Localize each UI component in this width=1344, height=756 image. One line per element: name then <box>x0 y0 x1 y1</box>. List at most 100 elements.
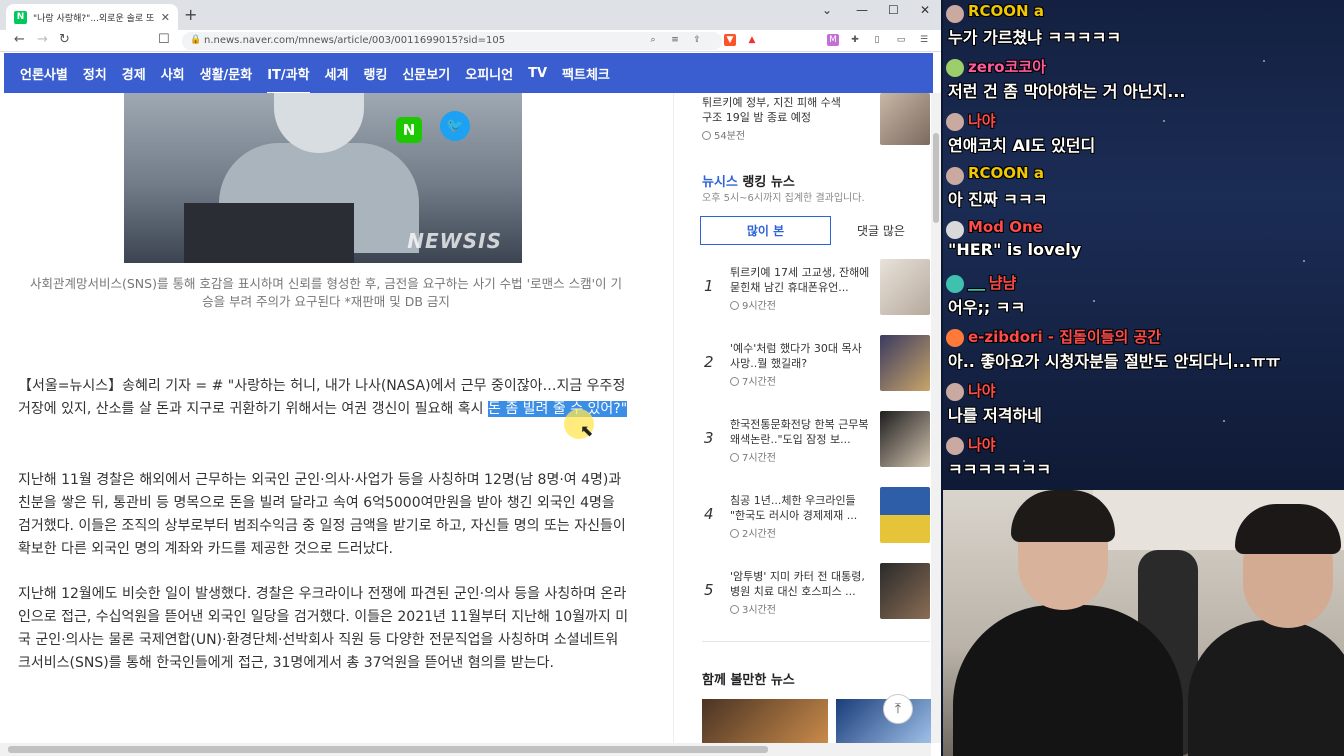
chat-nickname: 나야 <box>968 112 996 130</box>
sidebar-top-item[interactable]: 튀르키예 정부, 지진 피해 수색구조 19일 밤 종료 예정 54분전 <box>674 93 931 149</box>
back-icon[interactable]: ← <box>14 32 25 47</box>
chat-nickname: 나야 <box>968 382 996 400</box>
chat-nickname: Mod One <box>968 218 1043 236</box>
ranking-thumbnail[interactable] <box>880 563 930 619</box>
stream-chat-overlay: RCOON a 누가 가르쳤냐 ㅋㅋㅋㅋㅋ zero코코아 저런 건 좀 막아야… <box>943 0 1344 490</box>
vertical-scrollbar[interactable] <box>931 93 941 743</box>
article-paragraph-3: 지난해 12월에도 비슷한 일이 발생했다. 경찰은 우크라이나 전쟁에 파견된… <box>18 586 629 671</box>
browser-window: N "나랑 사랑해?"...외로운 솔로 또 " ✕ + ⌄ — ☐ ✕ ← →… <box>0 0 941 756</box>
chat-nickname: ▁▁ 냠냠 <box>968 274 1017 292</box>
lock-icon: 🔒 <box>190 35 202 45</box>
chat-text: 나를 저격하네 <box>948 406 1042 425</box>
brave-shield-icon[interactable]: ▼ <box>724 34 736 46</box>
avatar <box>946 383 964 401</box>
avatar <box>946 167 964 185</box>
badge-icon: ▁▁ <box>968 278 989 291</box>
avatar <box>946 5 964 23</box>
tab-most-viewed[interactable]: 많이 본 <box>700 216 831 245</box>
chat-text: ㅋㅋㅋㅋㅋㅋㅋ <box>948 460 1052 479</box>
mouse-pointer-icon: ⬉ <box>580 421 594 440</box>
nav-factcheck[interactable]: 팩트체크 <box>562 64 610 83</box>
nav-opinion[interactable]: 오피니언 <box>465 64 513 83</box>
top-item-thumbnail[interactable] <box>880 93 930 145</box>
chat-nickname: RCOON a <box>968 2 1044 20</box>
chat-text: 저런 건 좀 막아야하는 거 아닌지... <box>948 82 1186 101</box>
nav-world[interactable]: 세계 <box>325 64 349 83</box>
forward-icon[interactable]: → <box>37 32 48 47</box>
article-photo: N 🐦 NEWSIS <box>124 93 522 263</box>
photo-watermark: NEWSIS <box>407 229 502 253</box>
streamer-right-body <box>1188 620 1344 756</box>
chat-nickname: zero코코아 <box>968 58 1047 76</box>
news-nav-bar: 언론사별 정치 경제 사회 생활/문화 IT/과학 세계 랭킹 신문보기 오피니… <box>4 53 933 95</box>
naver-favicon-icon: N <box>14 10 27 24</box>
naver-logo-icon: N <box>396 117 422 143</box>
minimize-icon[interactable]: — <box>856 3 868 17</box>
ranking-subtitle: 오후 5시~6시까지 집계한 결과입니다. <box>702 193 865 204</box>
nav-economy[interactable]: 경제 <box>122 64 146 83</box>
chat-nickname: e-zibdori - 집돌이들의 공간 <box>968 328 1162 346</box>
reader-icon[interactable]: ≡ <box>669 34 681 46</box>
related-thumbnail[interactable] <box>702 699 828 743</box>
ranking-header: 뉴시스 랭킹 뉴스 <box>702 175 795 190</box>
nav-life-culture[interactable]: 생활/문화 <box>200 64 253 83</box>
article-paragraph-1: 【서울=뉴시스】송혜리 기자 = # "사랑하는 허니, 내가 나사(NASA)… <box>18 378 628 417</box>
avatar <box>946 329 964 347</box>
clock-icon <box>730 453 739 462</box>
url-field[interactable]: 🔒 n.news.naver.com/mnews/article/003/001… <box>182 32 722 50</box>
nav-it-science[interactable]: IT/과학 <box>267 64 310 95</box>
avatar <box>946 275 964 293</box>
scroll-top-button[interactable]: ⤒ <box>883 694 913 724</box>
tab-most-commented[interactable]: 댓글 많은 <box>831 216 931 245</box>
chat-nickname: RCOON a <box>968 164 1044 182</box>
related-news-header: 함께 볼만한 뉴스 <box>702 673 795 688</box>
clock-icon <box>730 377 739 386</box>
chat-text: "HER" is lovely <box>948 240 1082 259</box>
nav-tv[interactable]: TV <box>528 66 547 81</box>
menu-icon[interactable]: ☰ <box>918 34 930 46</box>
close-tab-icon[interactable]: ✕ <box>161 11 170 24</box>
maximize-icon[interactable]: ☐ <box>888 3 899 17</box>
wallet-icon[interactable]: ▭ <box>895 34 907 46</box>
reload-icon[interactable]: ↻ <box>59 32 70 47</box>
nav-ranking[interactable]: 랭킹 <box>364 64 388 83</box>
url-text: n.news.naver.com/mnews/article/003/00116… <box>204 35 506 46</box>
nav-politics[interactable]: 정치 <box>83 64 107 83</box>
avatar <box>946 59 964 77</box>
avatar <box>946 437 964 455</box>
ranking-thumbnail[interactable] <box>880 259 930 315</box>
clock-icon <box>702 131 711 140</box>
close-window-icon[interactable]: ✕ <box>920 3 930 17</box>
extension-m-icon[interactable]: M <box>827 34 839 46</box>
puzzle-icon[interactable]: ✚ <box>849 34 861 46</box>
browser-tab[interactable]: N "나랑 사랑해?"...외로운 솔로 또 " ✕ <box>6 4 178 30</box>
article-paragraph-2: 지난해 11월 경찰은 해외에서 근무하는 외국인 군인·의사·사업가 등을 사… <box>18 472 626 557</box>
selected-text: 돈 좀 빌려 줄 수 있어?" <box>488 401 628 417</box>
photo-laptop <box>184 203 354 263</box>
clock-icon <box>730 301 739 310</box>
avatar <box>946 221 964 239</box>
right-sidebar: 튀르키예 정부, 지진 피해 수색구조 19일 밤 종료 예정 54분전 뉴시스… <box>673 93 931 743</box>
chat-text: 아.. 좋아요가 시청자분들 절반도 안되다니...ㅠㅠ <box>948 352 1281 371</box>
ranking-thumbnail[interactable] <box>880 411 930 467</box>
chat-text: 아 진짜 ㅋㅋㅋ <box>948 190 1048 209</box>
chevron-down-icon[interactable]: ⌄ <box>822 3 832 17</box>
nav-society[interactable]: 사회 <box>161 64 185 83</box>
share-icon[interactable]: ⇪ <box>691 34 703 46</box>
horizontal-scrollbar[interactable] <box>0 743 931 756</box>
rewards-icon[interactable]: ▲ <box>746 34 758 46</box>
clock-icon <box>730 605 739 614</box>
nav-newspaper[interactable]: 신문보기 <box>402 64 450 83</box>
chat-text: 어우;; ㅋㅋ <box>948 298 1026 317</box>
nav-press[interactable]: 언론사별 <box>20 64 68 83</box>
ranking-thumbnail[interactable] <box>880 335 930 391</box>
zoom-icon[interactable]: ⌕ <box>647 34 659 46</box>
bookmark-icon[interactable]: ☐ <box>158 32 170 47</box>
new-tab-icon[interactable]: + <box>184 5 197 24</box>
divider <box>702 641 930 642</box>
webcam-feed <box>943 490 1344 756</box>
avatar <box>946 113 964 131</box>
ranking-thumbnail[interactable] <box>880 487 930 543</box>
sidebar-icon[interactable]: ▯ <box>871 34 883 46</box>
address-bar-row: ← → ↻ ☐ 🔒 n.news.naver.com/mnews/article… <box>0 30 941 52</box>
